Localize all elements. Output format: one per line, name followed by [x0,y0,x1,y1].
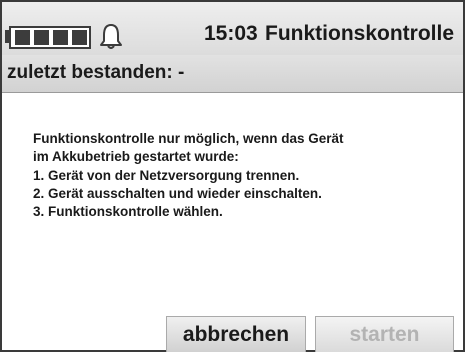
clock-time: 15:03 [204,22,258,45]
bell-icon [100,24,122,49]
last-passed-label: zuletzt bestanden: - [7,62,185,83]
instruction-message: Funktionskontrolle nur möglich, wenn das… [33,130,453,221]
cancel-button[interactable]: abbrechen [166,316,306,352]
battery-icon [9,26,91,49]
start-button[interactable]: starten [315,316,454,352]
message-line: 1. Gerät von der Netzversorgung trennen. [33,167,300,183]
battery-bar [15,30,30,45]
screen-title: Funktionskontrolle [265,22,454,45]
last-passed-bar: zuletzt bestanden: - [2,55,463,93]
battery-bar [53,30,68,45]
status-bar: 15:03 Funktionskontrolle [2,2,463,55]
screen-frame: 15:03 Funktionskontrolle zuletzt bestand… [0,0,465,352]
message-line: 3. Funktionskontrolle wählen. [33,204,223,220]
message-line: im Akkubetrieb gestartet wurde: [33,149,239,165]
battery-bar [34,30,49,45]
battery-bar [72,30,87,45]
message-line: Funktionskontrolle nur möglich, wenn das… [33,131,344,146]
message-line: 2. Gerät ausschalten und wieder einschal… [33,185,322,201]
